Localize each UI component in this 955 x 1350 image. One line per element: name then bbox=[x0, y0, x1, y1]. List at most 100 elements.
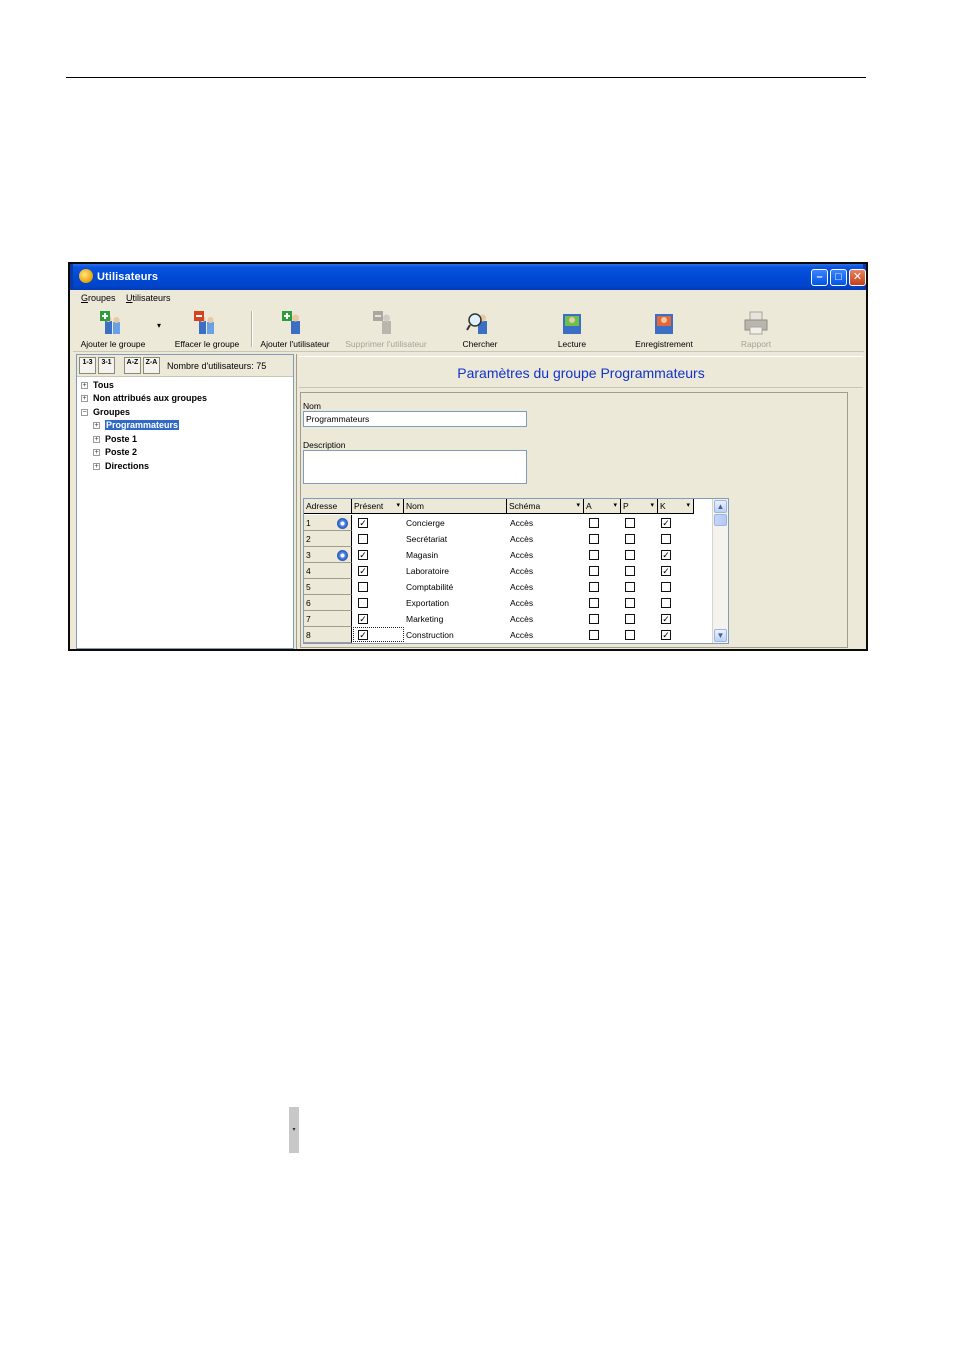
table-row[interactable]: 5 Comptabilité Accès bbox=[304, 579, 728, 595]
row-address-cell[interactable]: 2 bbox=[304, 531, 352, 547]
checkbox-a[interactable] bbox=[589, 566, 599, 576]
minimize-button[interactable]: – bbox=[811, 269, 828, 286]
checkbox-a[interactable] bbox=[589, 582, 599, 592]
checkbox-k[interactable]: ✓ bbox=[661, 550, 671, 560]
row-schema[interactable]: Accès bbox=[510, 579, 582, 595]
menu-utilisateurs[interactable]: Utilisateurs bbox=[126, 293, 171, 303]
row-address-cell[interactable]: 6 bbox=[304, 595, 352, 611]
col-header-present[interactable]: Présent ▾ bbox=[352, 499, 404, 514]
col-header-schema[interactable]: Schéma ▾ bbox=[507, 499, 584, 514]
checkbox-a[interactable] bbox=[589, 550, 599, 560]
checkbox-a[interactable] bbox=[589, 534, 599, 544]
row-schema[interactable]: Accès bbox=[510, 515, 582, 531]
col-header-p[interactable]: P ▾ bbox=[621, 499, 658, 514]
tree-item-poste-1[interactable]: + Poste 1 bbox=[93, 433, 137, 445]
row-address-cell[interactable]: 1 bbox=[304, 515, 352, 531]
search-button[interactable]: Chercher bbox=[445, 307, 515, 351]
maximize-button[interactable]: □ bbox=[830, 269, 847, 286]
checkbox-a[interactable] bbox=[589, 598, 599, 608]
tree-item-tous[interactable]: + Tous bbox=[81, 379, 114, 391]
add-group-dropdown[interactable]: ▾ bbox=[157, 321, 161, 330]
checkbox-k[interactable]: ✓ bbox=[661, 518, 671, 528]
expand-icon[interactable]: + bbox=[81, 382, 88, 390]
checkbox-a[interactable] bbox=[589, 614, 599, 624]
row-name[interactable]: Comptabilité bbox=[406, 579, 506, 595]
scroll-up-button[interactable]: ▲ bbox=[714, 500, 727, 513]
col-header-address[interactable]: Adresse bbox=[304, 499, 352, 514]
scroll-thumb[interactable] bbox=[714, 514, 727, 526]
filter-dropdown-icon[interactable]: ▾ bbox=[686, 499, 690, 513]
sort-asc-number-button[interactable]: 1-3 bbox=[79, 357, 96, 374]
row-name[interactable]: Secrétariat bbox=[406, 531, 506, 547]
read-button[interactable]: Lecture bbox=[537, 307, 607, 351]
checkbox-p[interactable] bbox=[625, 534, 635, 544]
row-name[interactable]: Concierge bbox=[406, 515, 506, 531]
tree-item-programmateurs[interactable]: + Programmateurs bbox=[93, 419, 180, 431]
row-schema[interactable]: Accès bbox=[510, 627, 582, 643]
row-schema[interactable]: Accès bbox=[510, 547, 582, 563]
present-checkbox[interactable]: ✓ bbox=[358, 550, 368, 560]
tree-item-poste-2[interactable]: + Poste 2 bbox=[93, 446, 137, 458]
collapse-icon[interactable]: − bbox=[81, 409, 88, 417]
checkbox-k[interactable]: ✓ bbox=[661, 630, 671, 640]
table-row[interactable]: 7 ✓ Marketing Accès ✓ bbox=[304, 611, 728, 627]
remove-user-button[interactable]: Supprimer l'utilisateur bbox=[341, 307, 431, 351]
row-schema[interactable]: Accès bbox=[510, 563, 582, 579]
title-bar[interactable]: Utilisateurs – □ ✕ bbox=[70, 264, 866, 290]
present-checkbox[interactable]: ✓ bbox=[358, 518, 368, 528]
filter-dropdown-icon[interactable]: ▾ bbox=[576, 499, 580, 513]
row-schema[interactable]: Accès bbox=[510, 595, 582, 611]
col-header-name[interactable]: Nom bbox=[404, 499, 507, 514]
filter-dropdown-icon[interactable]: ▾ bbox=[396, 499, 400, 513]
group-name-field[interactable]: Programmateurs bbox=[303, 411, 527, 427]
sort-desc-alpha-button[interactable]: Z-A bbox=[143, 357, 160, 374]
filter-dropdown-icon[interactable]: ▾ bbox=[613, 499, 617, 513]
tree-item-directions[interactable]: + Directions bbox=[93, 460, 149, 472]
checkbox-p[interactable] bbox=[625, 598, 635, 608]
present-checkbox[interactable]: ✓ bbox=[358, 614, 368, 624]
col-header-a[interactable]: A ▾ bbox=[584, 499, 621, 514]
checkbox-k[interactable] bbox=[661, 598, 671, 608]
expand-icon[interactable]: + bbox=[93, 422, 100, 430]
report-button[interactable]: Rapport bbox=[723, 307, 789, 351]
row-name[interactable]: Construction bbox=[406, 627, 506, 643]
row-address-cell[interactable]: 5 bbox=[304, 579, 352, 595]
expand-icon[interactable]: + bbox=[81, 395, 88, 403]
checkbox-a[interactable] bbox=[589, 518, 599, 528]
tree-item-groupes[interactable]: − Groupes bbox=[81, 406, 130, 418]
delete-group-button[interactable]: Effacer le groupe bbox=[167, 307, 247, 351]
menu-groupes[interactable]: Groupes bbox=[81, 293, 116, 303]
checkbox-k[interactable]: ✓ bbox=[661, 614, 671, 624]
table-row[interactable]: 6 Exportation Accès bbox=[304, 595, 728, 611]
sort-asc-alpha-button[interactable]: A-Z bbox=[124, 357, 141, 374]
filter-dropdown-icon[interactable]: ▾ bbox=[650, 499, 654, 513]
scroll-down-button[interactable]: ▼ bbox=[714, 629, 727, 642]
grid-scrollbar[interactable]: ▲ ▼ bbox=[712, 499, 728, 643]
checkbox-k[interactable] bbox=[661, 534, 671, 544]
add-group-button[interactable]: Ajouter le groupe bbox=[75, 307, 151, 351]
col-header-k[interactable]: K ▾ bbox=[658, 499, 694, 514]
checkbox-k[interactable]: ✓ bbox=[661, 566, 671, 576]
checkbox-p[interactable] bbox=[625, 582, 635, 592]
row-name[interactable]: Exportation bbox=[406, 595, 506, 611]
row-address-cell[interactable]: 3 bbox=[304, 547, 352, 563]
tree-item-non-attribues[interactable]: + Non attribués aux groupes bbox=[81, 392, 207, 404]
row-address-cell[interactable]: 8 bbox=[304, 627, 352, 643]
table-row[interactable]: 2 Secrétariat Accès bbox=[304, 531, 728, 547]
checkbox-p[interactable] bbox=[625, 518, 635, 528]
checkbox-p[interactable] bbox=[625, 566, 635, 576]
save-button[interactable]: Enregistrement bbox=[623, 307, 705, 351]
table-row[interactable]: 3 ✓ Magasin Accès ✓ bbox=[304, 547, 728, 563]
present-checkbox[interactable] bbox=[358, 582, 368, 592]
expand-icon[interactable]: + bbox=[93, 436, 100, 444]
add-user-button[interactable]: Ajouter l'utilisateur bbox=[255, 307, 335, 351]
table-row[interactable]: 8 ✓ Construction Accès ✓ bbox=[304, 627, 728, 643]
checkbox-p[interactable] bbox=[625, 630, 635, 640]
table-row[interactable]: 1 ✓ Concierge Accès ✓ bbox=[304, 515, 728, 531]
checkbox-k[interactable] bbox=[661, 582, 671, 592]
row-schema[interactable]: Accès bbox=[510, 611, 582, 627]
row-address-cell[interactable]: 7 bbox=[304, 611, 352, 627]
row-name[interactable]: Marketing bbox=[406, 611, 506, 627]
checkbox-a[interactable] bbox=[589, 630, 599, 640]
expand-icon[interactable]: + bbox=[93, 449, 100, 457]
